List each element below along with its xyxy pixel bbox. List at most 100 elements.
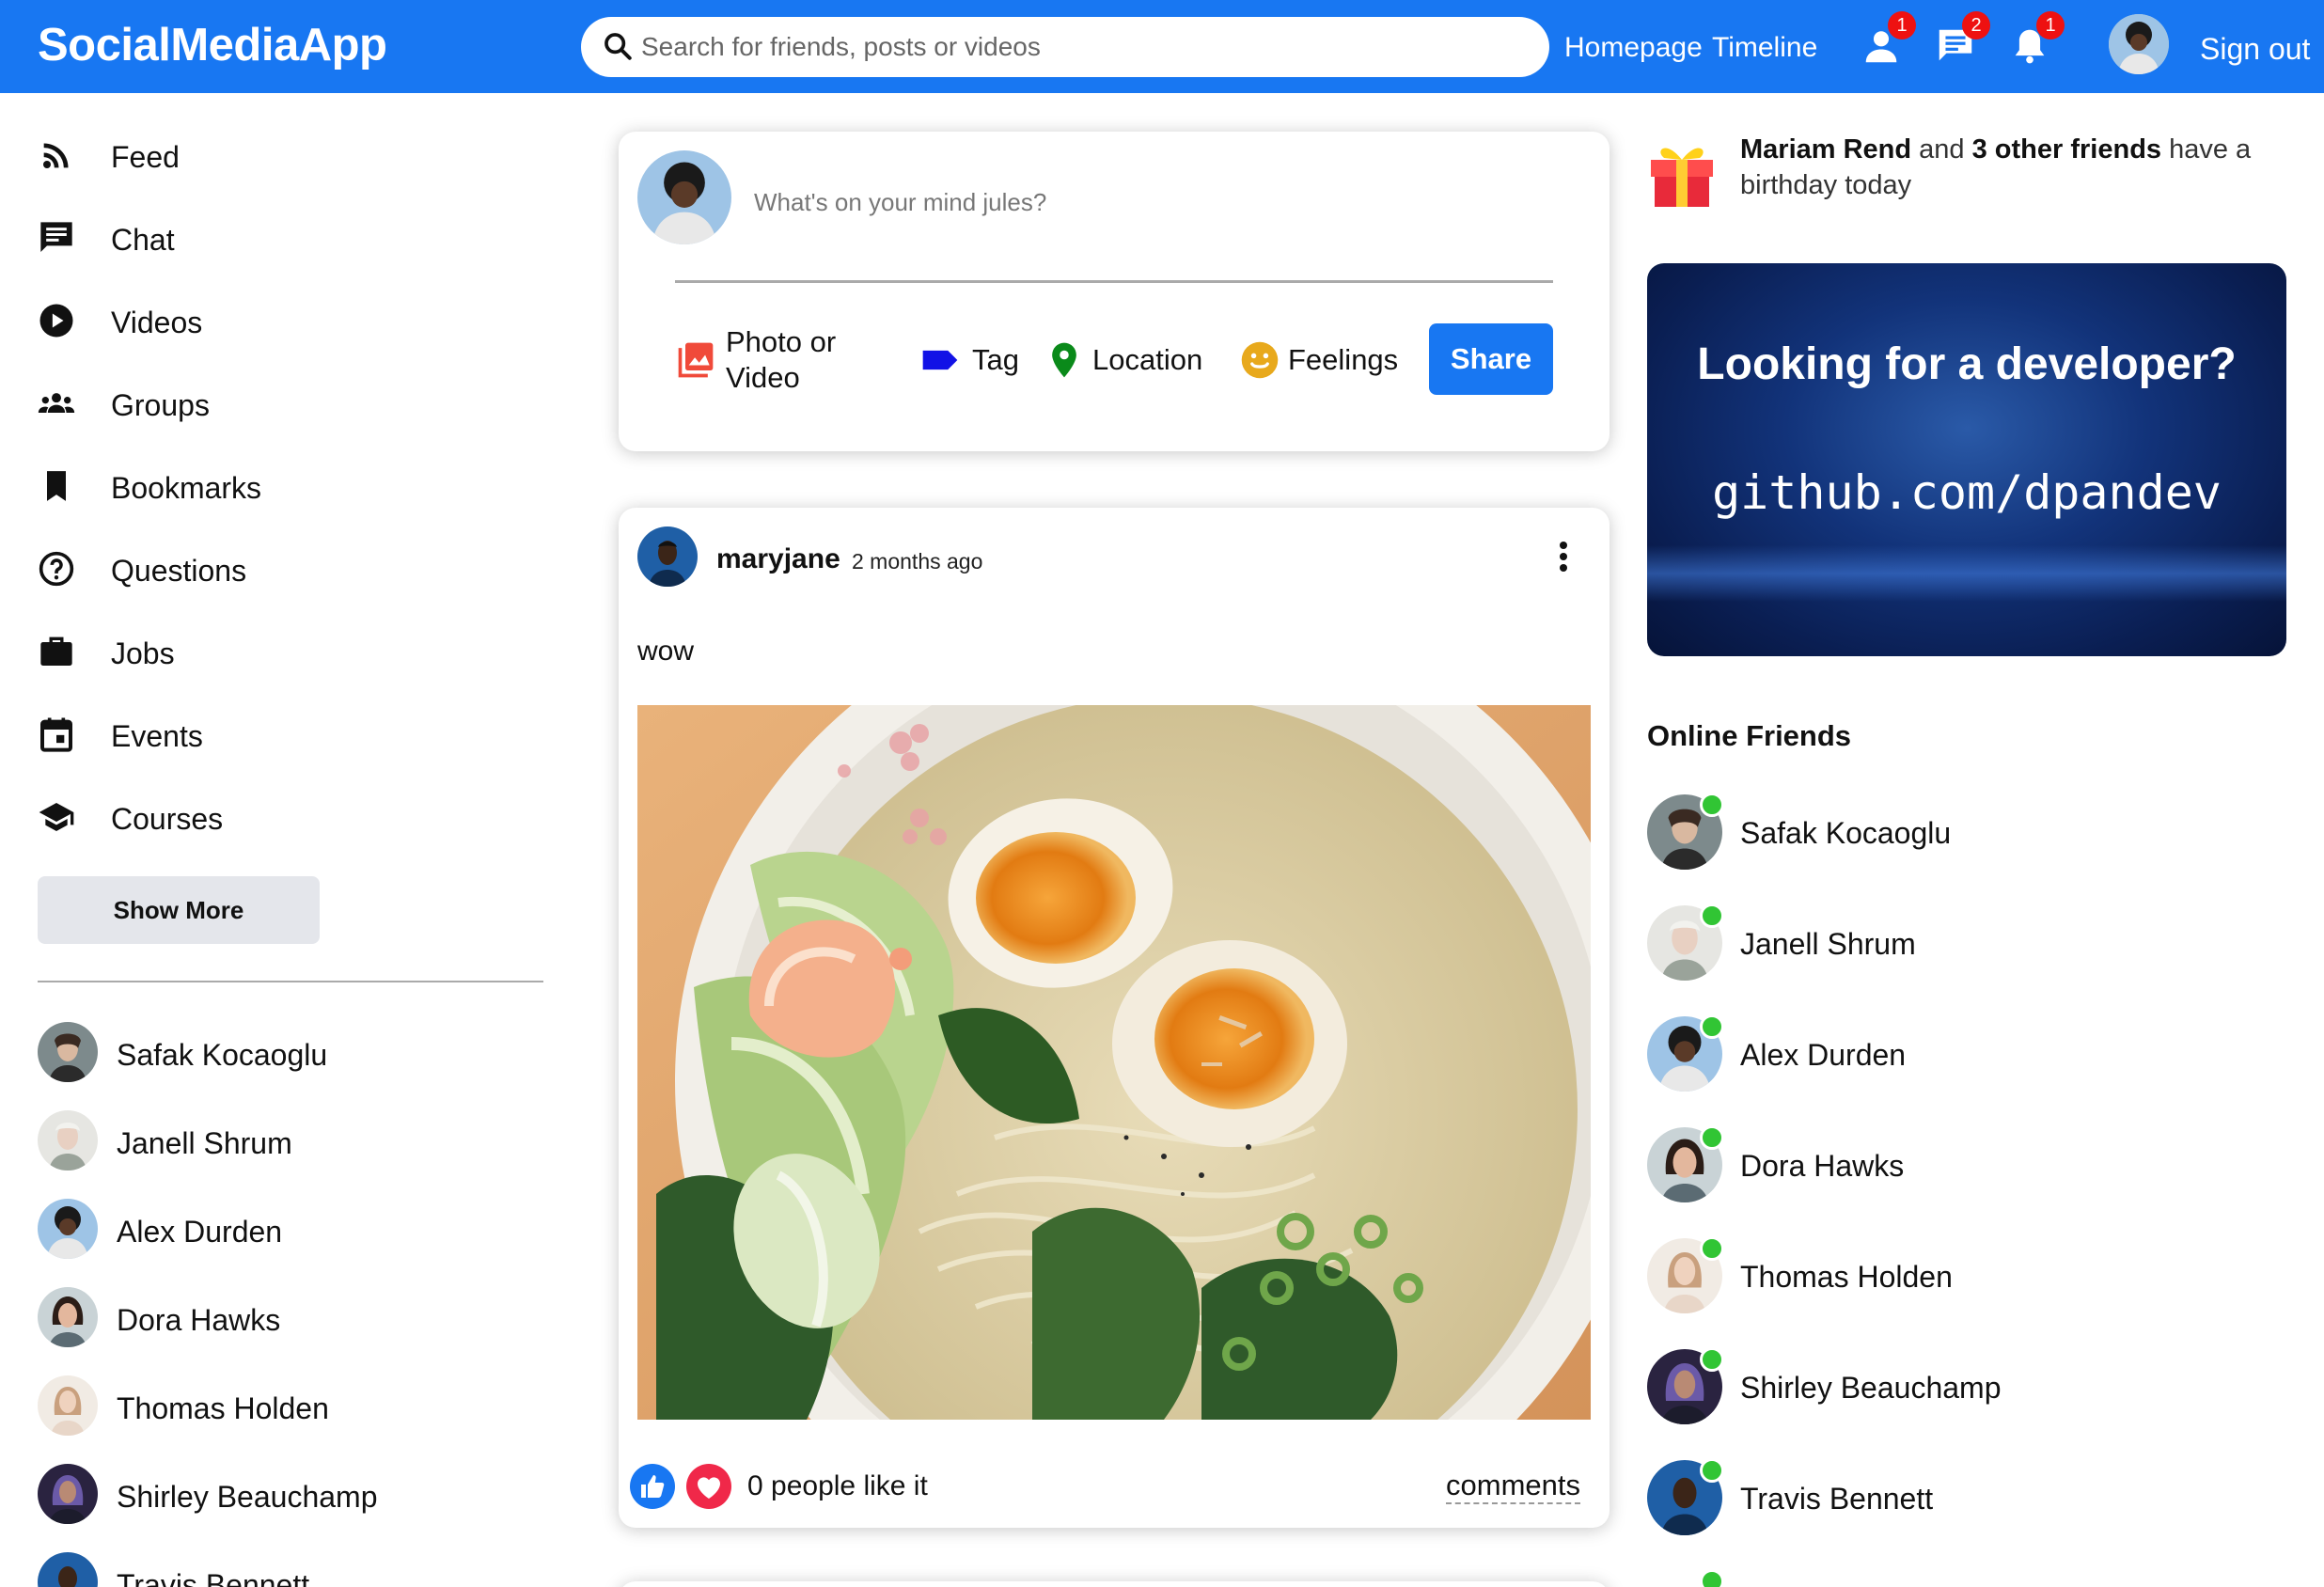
friend-avatar <box>38 1552 98 1587</box>
photo-video-option[interactable]: Photo or Video <box>675 324 863 396</box>
chat-icon <box>40 222 72 252</box>
online-friend-partial[interactable] <box>1647 1569 2249 1587</box>
friend-name: Shirley Beauchamp <box>117 1480 378 1514</box>
sign-out-link[interactable]: Sign out <box>2200 32 2310 67</box>
sidebar-divider <box>38 981 543 982</box>
post-card: maryjane 2 months ago wow 0 people like … <box>619 508 1610 1528</box>
show-more-button[interactable]: Show More <box>38 876 320 944</box>
online-indicator <box>1700 1125 1724 1150</box>
sidebar-friend-janell-shrum[interactable]: Janell Shrum <box>38 1110 526 1172</box>
post-text: wow <box>637 636 695 667</box>
online-friend-dora-hawks[interactable]: Dora Hawks <box>1647 1125 2249 1206</box>
online-friend-janell-shrum[interactable]: Janell Shrum <box>1647 903 2249 984</box>
online-indicator <box>1700 1347 1724 1372</box>
sidebar-item-feed[interactable]: Feed <box>38 127 526 183</box>
tag-option[interactable]: Tag <box>919 324 1023 396</box>
sidebar-friend-dora-hawks[interactable]: Dora Hawks <box>38 1287 526 1349</box>
search-input[interactable] <box>641 17 1525 77</box>
post-username[interactable]: maryjane <box>716 543 840 575</box>
notifications-badge: 1 <box>2036 11 2065 39</box>
search-bar[interactable] <box>581 17 1549 77</box>
sidebar-item-chat[interactable]: Chat <box>38 210 526 266</box>
profile-avatar[interactable] <box>2109 14 2169 74</box>
friend-avatar <box>38 1287 98 1347</box>
like-button[interactable] <box>630 1464 675 1509</box>
post-image[interactable] <box>637 705 1591 1420</box>
feelings-option-label: Feelings <box>1288 343 1399 376</box>
photo-option-line1: Photo or <box>726 325 837 358</box>
search-icon <box>605 33 632 60</box>
online-friend-alex-durden[interactable]: Alex Durden <box>1647 1014 2249 1095</box>
online-indicator <box>1700 1569 1724 1587</box>
bookmark-icon <box>47 471 66 501</box>
sidebar-item-label: Questions <box>111 554 247 588</box>
online-indicator <box>1700 1014 1724 1039</box>
post-timestamp: 2 months ago <box>852 549 983 574</box>
sidebar-friend-alex-durden[interactable]: Alex Durden <box>38 1199 526 1261</box>
friend-name: Safak Kocaoglu <box>117 1038 328 1072</box>
birthday-others: 3 other friends <box>1971 134 2162 165</box>
left-sidebar: Feed Chat Videos Groups Bookmarks Questi… <box>0 93 564 1587</box>
rss-icon <box>43 143 69 168</box>
friend-name: Janell Shrum <box>1740 927 1916 961</box>
share-input[interactable] <box>754 179 1544 226</box>
briefcase-icon <box>40 636 72 666</box>
app-logo[interactable]: SocialMediaApp <box>38 19 387 71</box>
online-friend-thomas-holden[interactable]: Thomas Holden <box>1647 1236 2249 1317</box>
location-pin-icon <box>1052 342 1076 378</box>
birthday-notice: Mariam Rend and 3 other friends have a b… <box>1740 132 2267 203</box>
post-options-button[interactable] <box>1549 536 1578 583</box>
messages-badge: 2 <box>1962 11 1990 39</box>
birthday-mid: and <box>1911 134 1972 165</box>
notifications-button[interactable]: 1 <box>2008 11 2065 70</box>
online-friend-travis-bennett[interactable]: Travis Bennett <box>1647 1458 2249 1539</box>
gift-icon <box>1647 130 1717 209</box>
love-button[interactable] <box>686 1464 731 1509</box>
friend-name: Travis Bennett <box>1740 1482 1934 1516</box>
top-bar: SocialMediaApp Homepage Timeline 1 2 1 S… <box>0 0 2324 93</box>
location-option[interactable]: Location <box>1044 324 1232 396</box>
sidebar-item-jobs[interactable]: Jobs <box>38 623 526 680</box>
sidebar-item-questions[interactable]: Questions <box>38 541 526 597</box>
sidebar-friend-thomas-holden[interactable]: Thomas Holden <box>38 1375 526 1438</box>
online-friend-shirley-beauchamp[interactable]: Shirley Beauchamp <box>1647 1347 2249 1428</box>
sidebar-item-groups[interactable]: Groups <box>38 375 526 432</box>
friend-name: Thomas Holden <box>117 1391 329 1425</box>
sidebar-item-events[interactable]: Events <box>38 706 526 762</box>
sidebar-friend-travis-bennett[interactable]: Travis Bennett <box>38 1552 526 1587</box>
messages-button[interactable]: 2 <box>1934 11 1990 70</box>
sidebar-friend-shirley-beauchamp[interactable]: Shirley Beauchamp <box>38 1464 526 1526</box>
sidebar-item-courses[interactable]: Courses <box>38 789 526 845</box>
user-avatar[interactable] <box>637 150 731 244</box>
post-card-next <box>619 1581 1610 1587</box>
friend-name: Travis Bennett <box>117 1568 310 1587</box>
sidebar-item-videos[interactable]: Videos <box>38 292 526 349</box>
nav-timeline-link[interactable]: Timeline <box>1712 32 1817 64</box>
sidebar-item-label: Jobs <box>111 636 175 670</box>
online-indicator <box>1700 1458 1724 1483</box>
friend-requests-badge: 1 <box>1888 11 1916 39</box>
sidebar-item-label: Courses <box>111 802 224 836</box>
sidebar-item-label: Chat <box>111 223 175 257</box>
sidebar-item-label: Groups <box>111 388 210 422</box>
friend-name: Dora Hawks <box>117 1303 281 1337</box>
nav-homepage-link[interactable]: Homepage <box>1564 32 1703 64</box>
online-friends-title: Online Friends <box>1647 719 1852 752</box>
post-author-avatar[interactable] <box>637 526 698 587</box>
friend-requests-button[interactable]: 1 <box>1860 11 1916 70</box>
share-button[interactable]: Share <box>1429 323 1553 395</box>
calendar-icon <box>40 717 72 752</box>
sidebar-item-label: Bookmarks <box>111 471 262 505</box>
play-circle-icon <box>39 304 73 338</box>
ad-banner[interactable]: Looking for a developer? github.com/dpan… <box>1647 263 2286 656</box>
sidebar-friend-safak-kocaoglu[interactable]: Safak Kocaoglu <box>38 1022 526 1084</box>
feelings-option[interactable]: Feelings <box>1239 324 1418 396</box>
comments-link[interactable]: comments <box>1446 1469 1580 1504</box>
sidebar-item-label: Events <box>111 719 203 753</box>
tag-option-label: Tag <box>972 343 1019 376</box>
emoji-icon <box>1241 341 1279 379</box>
more-vert-icon <box>1560 542 1567 572</box>
sidebar-item-bookmarks[interactable]: Bookmarks <box>38 458 526 514</box>
friend-avatar <box>38 1110 98 1171</box>
online-friend-safak-kocaoglu[interactable]: Safak Kocaoglu <box>1647 793 2249 873</box>
